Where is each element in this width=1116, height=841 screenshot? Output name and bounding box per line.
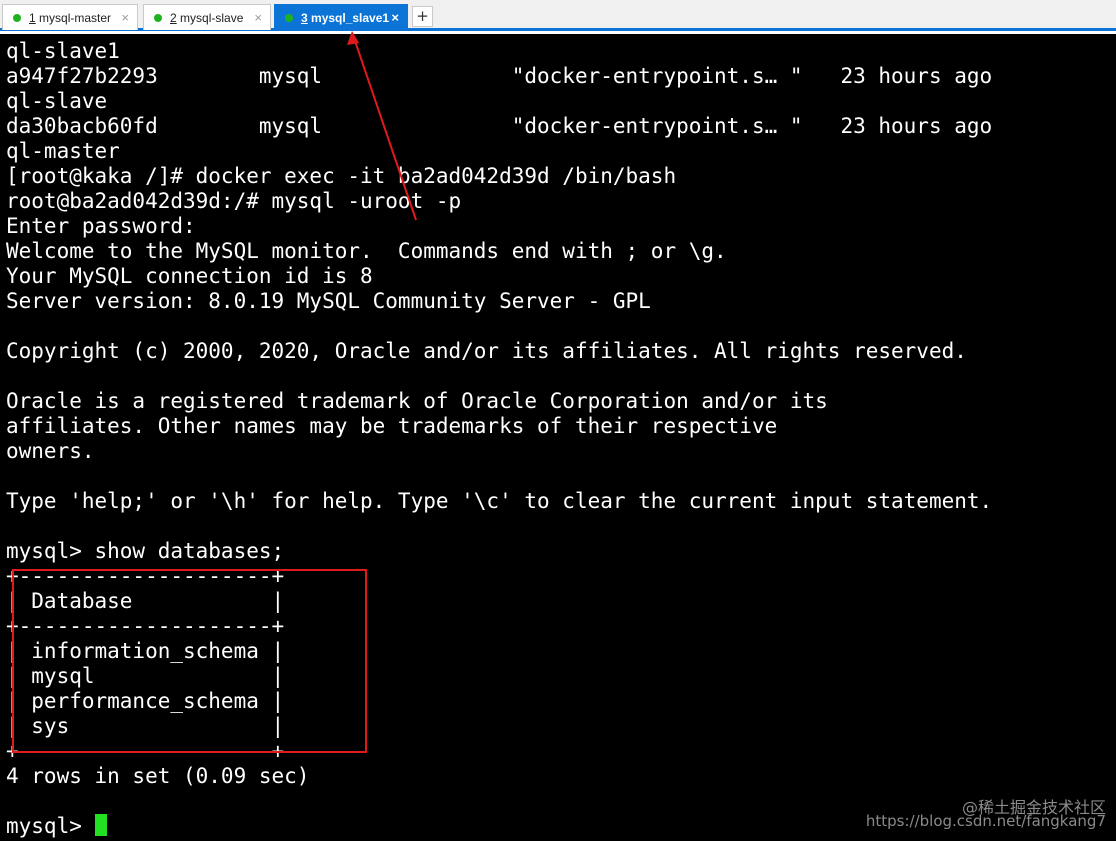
terminal-line: +--------------------+ (6, 739, 285, 763)
terminal-line: | information_schema | (6, 639, 285, 663)
terminal-line: | mysql | (6, 664, 285, 688)
terminal-line: Server version: 8.0.19 MySQL Community S… (6, 289, 651, 313)
terminal-line: a947f27b2293 mysql "docker-entrypoint.s…… (6, 64, 993, 88)
terminal-line: Enter password: (6, 214, 196, 238)
terminal-line: ql-slave (6, 89, 108, 113)
connection-status-icon (285, 14, 293, 22)
tab-label: 2 mysql-slave (170, 11, 244, 25)
terminal-line: Oracle is a registered trademark of Orac… (6, 389, 828, 413)
app-window: 1 mysql-master × 2 mysql-slave × 3 mysql… (0, 0, 1116, 841)
terminal-line: Type 'help;' or '\h' for help. Type '\c'… (6, 489, 993, 513)
terminal-line: | sys | (6, 714, 285, 738)
tab-mysql-slave1[interactable]: 3 mysql_slave1 × (274, 4, 408, 30)
terminal-lines: ql-slave1 a947f27b2293 mysql "docker-entr… (6, 39, 992, 839)
close-tab-icon[interactable]: × (121, 5, 129, 31)
tab-mysql-slave[interactable]: 2 mysql-slave × (143, 4, 271, 30)
terminal-line: da30bacb60fd mysql "docker-entrypoint.s…… (6, 114, 993, 138)
terminal-line: Your MySQL connection id is 8 (6, 264, 373, 288)
terminal-line: [root@kaka /]# docker exec -it ba2ad042d… (6, 164, 677, 188)
terminal-line: root@ba2ad042d39d:/# mysql -uroot -p (6, 189, 462, 213)
terminal-line: +--------------------+ (6, 614, 285, 638)
terminal-line: | performance_schema | (6, 689, 285, 713)
connection-status-icon (13, 14, 21, 22)
tab-label: 1 mysql-master (29, 11, 112, 25)
tab-mysql-master[interactable]: 1 mysql-master × (2, 4, 138, 30)
terminal-line: Copyright (c) 2000, 2020, Oracle and/or … (6, 339, 967, 363)
close-tab-icon[interactable]: × (254, 5, 262, 31)
tab-label: 3 mysql_slave1 (301, 11, 390, 25)
terminal-line: ql-master (6, 139, 120, 163)
terminal-line: 4 rows in set (0.09 sec) (6, 764, 310, 788)
terminal-output[interactable]: ql-slave1 a947f27b2293 mysql "docker-entr… (0, 34, 1116, 841)
terminal-line: owners. (6, 439, 95, 463)
text-cursor (94, 814, 107, 836)
terminal-prompt-line[interactable]: mysql> (6, 814, 992, 839)
terminal-line: +--------------------+ (6, 564, 285, 588)
connection-status-icon (154, 14, 162, 22)
new-tab-button[interactable]: + (412, 6, 433, 27)
terminal-line: Welcome to the MySQL monitor. Commands e… (6, 239, 727, 263)
close-tab-icon[interactable]: × (391, 5, 399, 31)
mysql-prompt: mysql> (6, 814, 95, 838)
terminal-line: | Database | (6, 589, 285, 613)
terminal-line: affiliates. Other names may be trademark… (6, 414, 778, 438)
terminal-line: mysql> show databases; (6, 539, 285, 563)
watermark-url: https://blog.csdn.net/fangkang7 (865, 812, 1106, 830)
terminal-line: ql-slave1 (6, 39, 120, 63)
tab-bar: 1 mysql-master × 2 mysql-slave × 3 mysql… (0, 0, 1116, 31)
